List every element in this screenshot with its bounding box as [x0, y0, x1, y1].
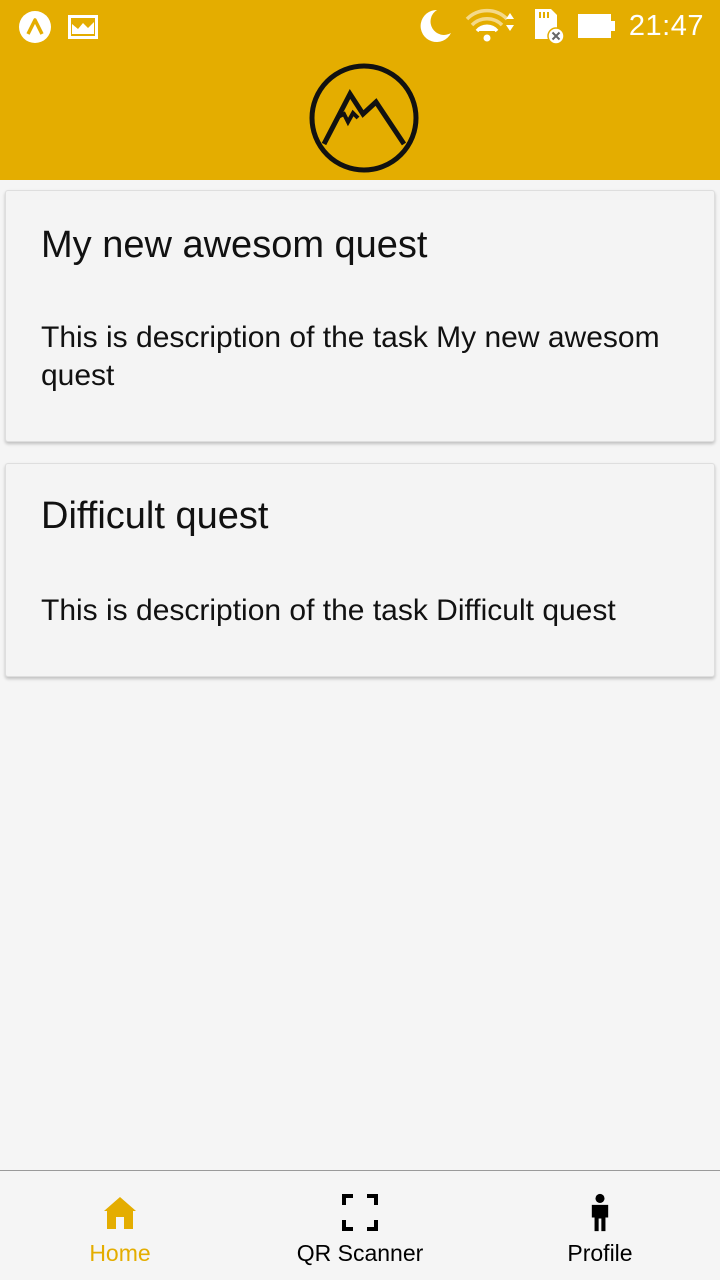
moon-icon — [420, 9, 451, 42]
app-screen: 21:47 My new awesom quest This is descri… — [0, 0, 720, 1280]
qr-scan-icon — [342, 1194, 378, 1231]
nav-qr-scanner-tab[interactable]: QR Scanner — [240, 1171, 480, 1280]
battery-icon — [577, 14, 615, 38]
app-header: 21:47 — [0, 0, 720, 180]
quest-description: This is description of the task Difficul… — [41, 594, 616, 627]
status-clock: 21:47 — [628, 10, 704, 42]
sd-card-icon — [534, 9, 565, 45]
nav-profile-label: Profile — [567, 1240, 633, 1266]
status-bar-right: 21:47 — [417, 6, 704, 46]
status-bar: 21:47 — [0, 0, 720, 52]
status-bar-left — [18, 10, 98, 44]
app-notification-icon — [19, 11, 51, 43]
quest-card[interactable]: My new awesom quest This is description … — [5, 190, 715, 442]
nav-profile-tab[interactable]: Profile — [480, 1171, 720, 1280]
quest-title: Difficult quest — [41, 495, 269, 537]
mountain-logo-icon — [309, 63, 419, 173]
quest-description: This is description of the task My new a… — [41, 321, 660, 392]
quest-title: My new awesom quest — [41, 224, 428, 266]
bottom-navigation: Home QR Scanner Profile — [0, 1170, 720, 1280]
nav-home-label: Home — [89, 1240, 151, 1266]
wifi-icon — [465, 8, 514, 42]
home-icon — [104, 1197, 136, 1229]
person-icon — [591, 1193, 609, 1232]
image-notification-icon — [68, 15, 98, 39]
quest-card[interactable]: Difficult quest This is description of t… — [5, 463, 715, 677]
nav-qr-scanner-label: QR Scanner — [296, 1240, 424, 1266]
nav-home-tab[interactable]: Home — [0, 1171, 240, 1280]
